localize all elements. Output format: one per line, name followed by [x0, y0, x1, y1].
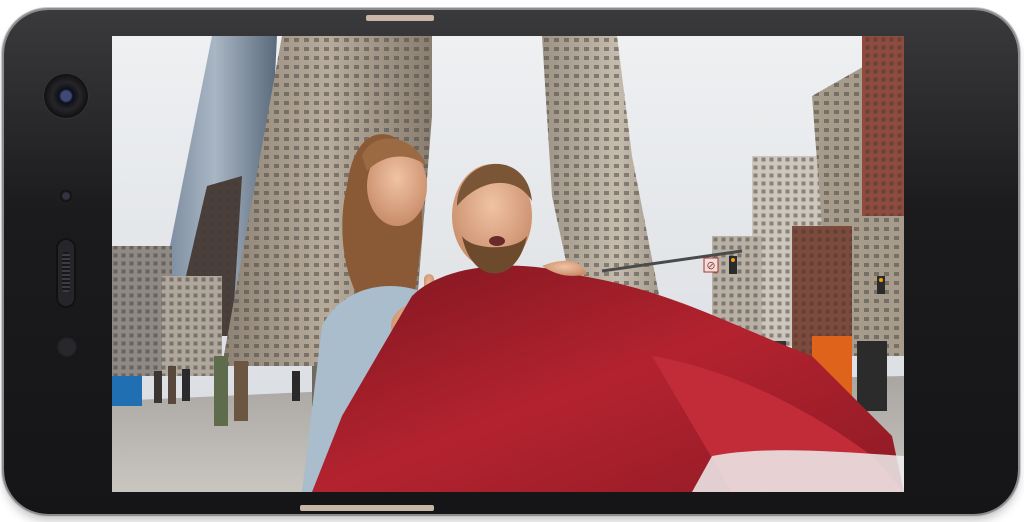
selfie-photo: ⊘	[112, 36, 904, 492]
volume-button[interactable]	[300, 505, 434, 511]
proximity-sensor-icon	[58, 188, 74, 204]
earpiece-speaker-icon	[56, 238, 76, 308]
no-turn-sign-icon: ⊘	[706, 259, 715, 272]
front-flash-icon	[56, 336, 78, 358]
front-camera-icon	[44, 74, 88, 118]
power-button[interactable]	[366, 15, 434, 21]
screen-photo: ⊘	[112, 36, 904, 492]
